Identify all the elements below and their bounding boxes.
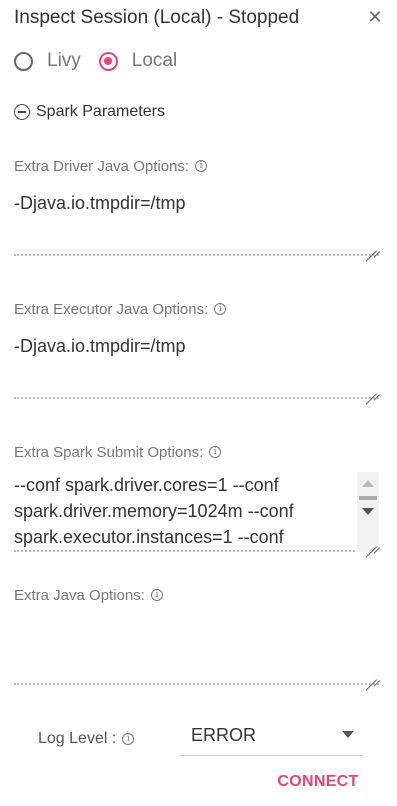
resize-handle-icon[interactable]	[365, 535, 377, 547]
java-options-label: Extra Java Options:	[14, 586, 145, 604]
driver-java-options-field: Extra Driver Java Options: i	[14, 156, 379, 256]
info-icon[interactable]: i	[150, 589, 163, 601]
session-mode-radio-group: Livy Local	[14, 50, 195, 72]
chevron-down-icon	[342, 731, 354, 738]
radio-label-local: Local	[131, 50, 178, 71]
scroll-down-icon[interactable]	[362, 508, 374, 515]
resize-handle-icon[interactable]	[365, 239, 377, 251]
driver-java-options-label: Extra Driver Java Options:	[14, 157, 190, 175]
close-icon[interactable]: ✕	[366, 8, 384, 26]
executor-java-options-field: Extra Executor Java Options: i	[14, 299, 379, 399]
minus-circle-icon[interactable]	[14, 104, 30, 120]
log-level-row: Log Level : i ERROR	[38, 722, 363, 758]
resize-handle-icon[interactable]	[365, 668, 377, 680]
log-level-value: ERROR	[191, 725, 257, 745]
radio-label-livy: Livy	[47, 50, 81, 71]
spark-submit-options-input[interactable]	[14, 472, 350, 550]
radio-option-local[interactable]: Local	[98, 50, 178, 72]
log-level-label: Log Level :	[38, 730, 117, 747]
executor-java-options-input[interactable]	[14, 333, 379, 397]
java-options-input[interactable]	[14, 619, 379, 683]
radio-option-livy[interactable]: Livy	[14, 50, 81, 72]
dialog-title: Inspect Session (Local) - Stopped	[14, 7, 300, 28]
info-icon[interactable]: i	[195, 160, 208, 172]
java-options-wrapper	[14, 619, 379, 685]
resize-handle-icon[interactable]	[365, 382, 377, 394]
driver-java-options-input[interactable]	[14, 190, 379, 254]
radio-local[interactable]	[98, 51, 118, 71]
log-level-select[interactable]: ERROR	[179, 722, 362, 756]
info-icon[interactable]: i	[209, 446, 222, 458]
info-icon[interactable]: i	[214, 303, 227, 315]
spark-submit-options-field: Extra Spark Submit Options: i	[14, 442, 379, 552]
java-options-field: Extra Java Options: i	[14, 585, 379, 685]
driver-java-options-wrapper	[14, 190, 379, 256]
connect-button[interactable]: CONNECT	[270, 770, 366, 796]
scroll-up-icon[interactable]	[362, 480, 374, 487]
spark-submit-options-wrapper	[14, 472, 379, 552]
spark-submit-options-label: Extra Spark Submit Options:	[14, 443, 204, 461]
radio-livy[interactable]	[14, 51, 33, 71]
scroll-thumb[interactable]	[359, 496, 377, 500]
executor-java-options-label: Extra Executor Java Options:	[14, 300, 209, 318]
spark-parameters-toggle[interactable]: Spark Parameters	[14, 103, 165, 121]
dialog-header: Inspect Session (Local) - Stopped ✕	[14, 6, 386, 32]
info-icon[interactable]: i	[122, 733, 135, 745]
section-label: Spark Parameters	[36, 103, 165, 120]
executor-java-options-wrapper	[14, 333, 379, 399]
